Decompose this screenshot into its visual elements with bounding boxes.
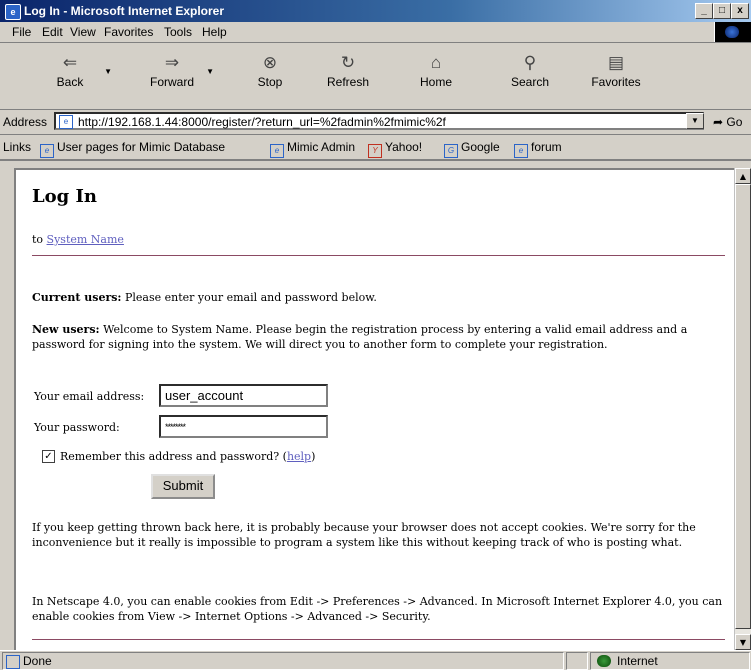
menu-tools[interactable]: Tools — [164, 25, 192, 39]
title-bar: e Log In - Microsoft Internet Explorer _… — [0, 0, 751, 22]
status-zone: Internet — [590, 652, 750, 670]
stop-icon: ⊗ — [262, 53, 278, 72]
link-user-pages[interactable]: e User pages for Mimic Database — [40, 140, 225, 158]
favorites-icon: ▤ — [607, 53, 625, 72]
refresh-button[interactable]: ↻ Refresh — [316, 47, 380, 107]
address-url[interactable]: http://192.168.1.44:8000/register/?retur… — [78, 115, 446, 129]
status-text: Done — [23, 654, 52, 668]
status-pane — [566, 652, 588, 670]
menu-help[interactable]: Help — [202, 25, 227, 39]
current-users-text: Current users: Please enter your email a… — [32, 291, 377, 304]
menu-view[interactable]: View — [70, 25, 96, 39]
system-name-link[interactable]: System Name — [47, 233, 124, 246]
google-icon: G — [444, 144, 458, 158]
minimize-button[interactable]: _ — [695, 3, 713, 19]
link-yahoo[interactable]: Y Yahoo! — [368, 140, 422, 158]
scroll-down-button[interactable]: ▼ — [735, 634, 751, 650]
browser-window: e Log In - Microsoft Internet Explorer _… — [0, 0, 751, 670]
scroll-thumb[interactable] — [735, 184, 751, 629]
maximize-button[interactable]: □ — [713, 3, 731, 19]
internet-globe-icon — [597, 655, 611, 667]
search-icon: ⚲ — [523, 53, 537, 72]
ie-logo-icon: e — [5, 4, 21, 20]
page-icon: e — [514, 144, 528, 158]
address-bar: Address e http://192.168.1.44:8000/regis… — [0, 110, 751, 135]
forward-dropdown-icon[interactable]: ▼ — [206, 67, 214, 76]
link-forum[interactable]: e forum — [514, 140, 562, 158]
refresh-icon: ↻ — [340, 53, 356, 72]
link-google[interactable]: G Google — [444, 140, 500, 158]
password-field[interactable]: ******** — [159, 415, 328, 438]
page-title: Log In — [32, 186, 98, 207]
address-dropdown-button[interactable]: ▼ — [686, 113, 704, 129]
menu-edit[interactable]: Edit — [42, 25, 63, 39]
back-dropdown-icon[interactable]: ▼ — [104, 67, 112, 76]
netscape-text: In Netscape 4.0, you can enable cookies … — [32, 595, 723, 623]
divider — [32, 255, 725, 256]
remember-label: Remember this address and password? (hel… — [60, 450, 316, 463]
back-button[interactable]: ⇐ Back ▼ — [38, 47, 112, 107]
status-main: Done — [2, 652, 564, 670]
yahoo-icon: Y — [368, 144, 382, 158]
favorites-button[interactable]: ▤ Favorites — [584, 47, 648, 107]
search-button[interactable]: ⚲ Search — [498, 47, 562, 107]
remember-checkbox[interactable]: ✓ — [42, 450, 55, 463]
page-icon: e — [59, 115, 73, 129]
menu-favorites[interactable]: Favorites — [104, 25, 153, 39]
links-bar: Links e User pages for Mimic Database e Mi… — [0, 135, 751, 161]
new-users-text: New users: Welcome to System Name. Pleas… — [32, 323, 688, 351]
forward-arrow-icon: ⇒ — [164, 53, 180, 72]
window-title: Log In - Microsoft Internet Explorer — [24, 4, 225, 18]
forward-button[interactable]: ⇒ Forward ▼ — [140, 47, 214, 107]
email-field[interactable]: user_account — [159, 384, 328, 407]
home-button[interactable]: ⌂ Home — [404, 47, 468, 107]
close-button[interactable]: x — [731, 3, 749, 19]
page-icon: e — [270, 144, 284, 158]
page-icon: e — [40, 144, 54, 158]
menu-file[interactable]: File — [12, 25, 31, 39]
submit-button[interactable]: Submit — [151, 474, 215, 499]
page-content: Log In to System Name Current users: Ple… — [14, 168, 736, 650]
scroll-up-button[interactable]: ▲ — [735, 168, 751, 184]
go-button[interactable]: ➦ Go — [713, 115, 742, 129]
check-icon: ✓ — [44, 451, 53, 462]
zone-text: Internet — [617, 654, 658, 668]
page-subtitle: to System Name — [32, 233, 124, 246]
cookie-text: If you keep getting thrown back here, it… — [32, 521, 696, 549]
address-label: Address — [3, 115, 48, 129]
divider — [32, 639, 725, 640]
links-label: Links — [3, 140, 32, 154]
windows-logo-icon — [714, 22, 751, 42]
page-icon — [6, 655, 20, 669]
stop-button[interactable]: ⊗ Stop — [238, 47, 302, 107]
email-label: Your email address: — [34, 390, 145, 403]
status-bar: Done Internet — [0, 650, 751, 670]
help-link[interactable]: help — [287, 450, 311, 463]
go-arrow-icon: ➦ — [713, 115, 724, 129]
home-icon: ⌂ — [430, 53, 442, 72]
password-label: Your password: — [34, 421, 120, 434]
vertical-scrollbar[interactable]: ▲ ▼ — [734, 168, 751, 650]
address-input[interactable]: e http://192.168.1.44:8000/register/?ret… — [54, 112, 704, 130]
back-arrow-icon: ⇐ — [62, 53, 78, 72]
menu-bar: File Edit View Favorites Tools Help — [0, 22, 751, 43]
standard-toolbar: ⇐ Back ▼ ⇒ Forward ▼ ⊗ Stop ↻ Refresh ⌂ … — [0, 43, 751, 110]
link-mimic-admin[interactable]: e Mimic Admin — [270, 140, 355, 158]
